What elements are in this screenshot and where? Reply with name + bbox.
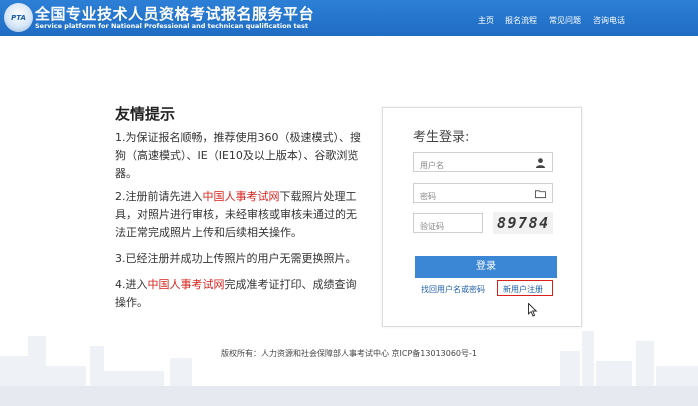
header-bar: PTA 全国专业技术人员资格考试报名服务平台 Service platform … <box>0 0 698 36</box>
tip-text: 1.为保证报名顺畅，推荐使用360（极速模式）、搜狗（高速模式）、IE（IE10… <box>115 131 361 180</box>
site-title: 全国专业技术人员资格考试报名服务平台 <box>35 5 315 23</box>
pta-logo: PTA <box>4 3 33 32</box>
nav-faq[interactable]: 常见问题 <box>549 15 581 27</box>
username-field <box>413 152 553 175</box>
tip-text: 3.已经注册并成功上传照片的用户无需更换照片。 <box>115 252 357 265</box>
tip-item-1: 1.为保证报名顺畅，推荐使用360（极速模式）、搜狗（高速模式）、IE（IE10… <box>115 129 365 183</box>
tip-text-pre: 2.注册前请先进入 <box>115 190 203 203</box>
cpta-website-link[interactable]: 中国人事考试网 <box>148 278 225 291</box>
mouse-cursor-icon <box>528 303 538 317</box>
folder-icon <box>535 190 546 199</box>
password-input[interactable] <box>414 187 530 206</box>
captcha-field <box>413 213 483 236</box>
username-input[interactable] <box>414 156 530 175</box>
tip-text-pre: 4.进入 <box>115 278 148 291</box>
nav-registration-process[interactable]: 报名流程 <box>505 15 537 27</box>
copyright-footer: 版权所有：人力资源和社会保障部人事考试中心 京ICP备13013060号-1 <box>220 349 477 358</box>
password-field <box>413 183 553 206</box>
nav-contact-phone[interactable]: 咨询电话 <box>593 15 625 27</box>
tip-item-3: 3.已经注册并成功上传照片的用户无需更换照片。 <box>115 250 365 268</box>
user-icon <box>535 158 546 168</box>
cpta-website-link[interactable]: 中国人事考试网 <box>203 190 280 203</box>
site-subtitle: Service platform for National Profession… <box>35 22 308 30</box>
login-button[interactable]: 登录 <box>415 256 557 278</box>
tip-item-2: 2.注册前请先进入中国人事考试网下载照片处理工具，对照片进行审核，未经审核或审核… <box>115 188 365 242</box>
login-title: 考生登录: <box>413 130 470 145</box>
logo-text: PTA <box>11 14 26 22</box>
register-highlight-box <box>497 280 553 296</box>
tip-item-4: 4.进入中国人事考试网完成准考证打印、成绩查询操作。 <box>115 276 365 312</box>
captcha-input[interactable] <box>414 217 480 236</box>
captcha-image[interactable]: 89784 <box>493 212 553 234</box>
captcha-text: 89784 <box>497 214 550 232</box>
tips-title: 友情提示 <box>115 105 176 123</box>
forgot-credentials-link[interactable]: 找回用户名或密码 <box>421 284 485 295</box>
nav-home[interactable]: 主页 <box>478 15 494 27</box>
